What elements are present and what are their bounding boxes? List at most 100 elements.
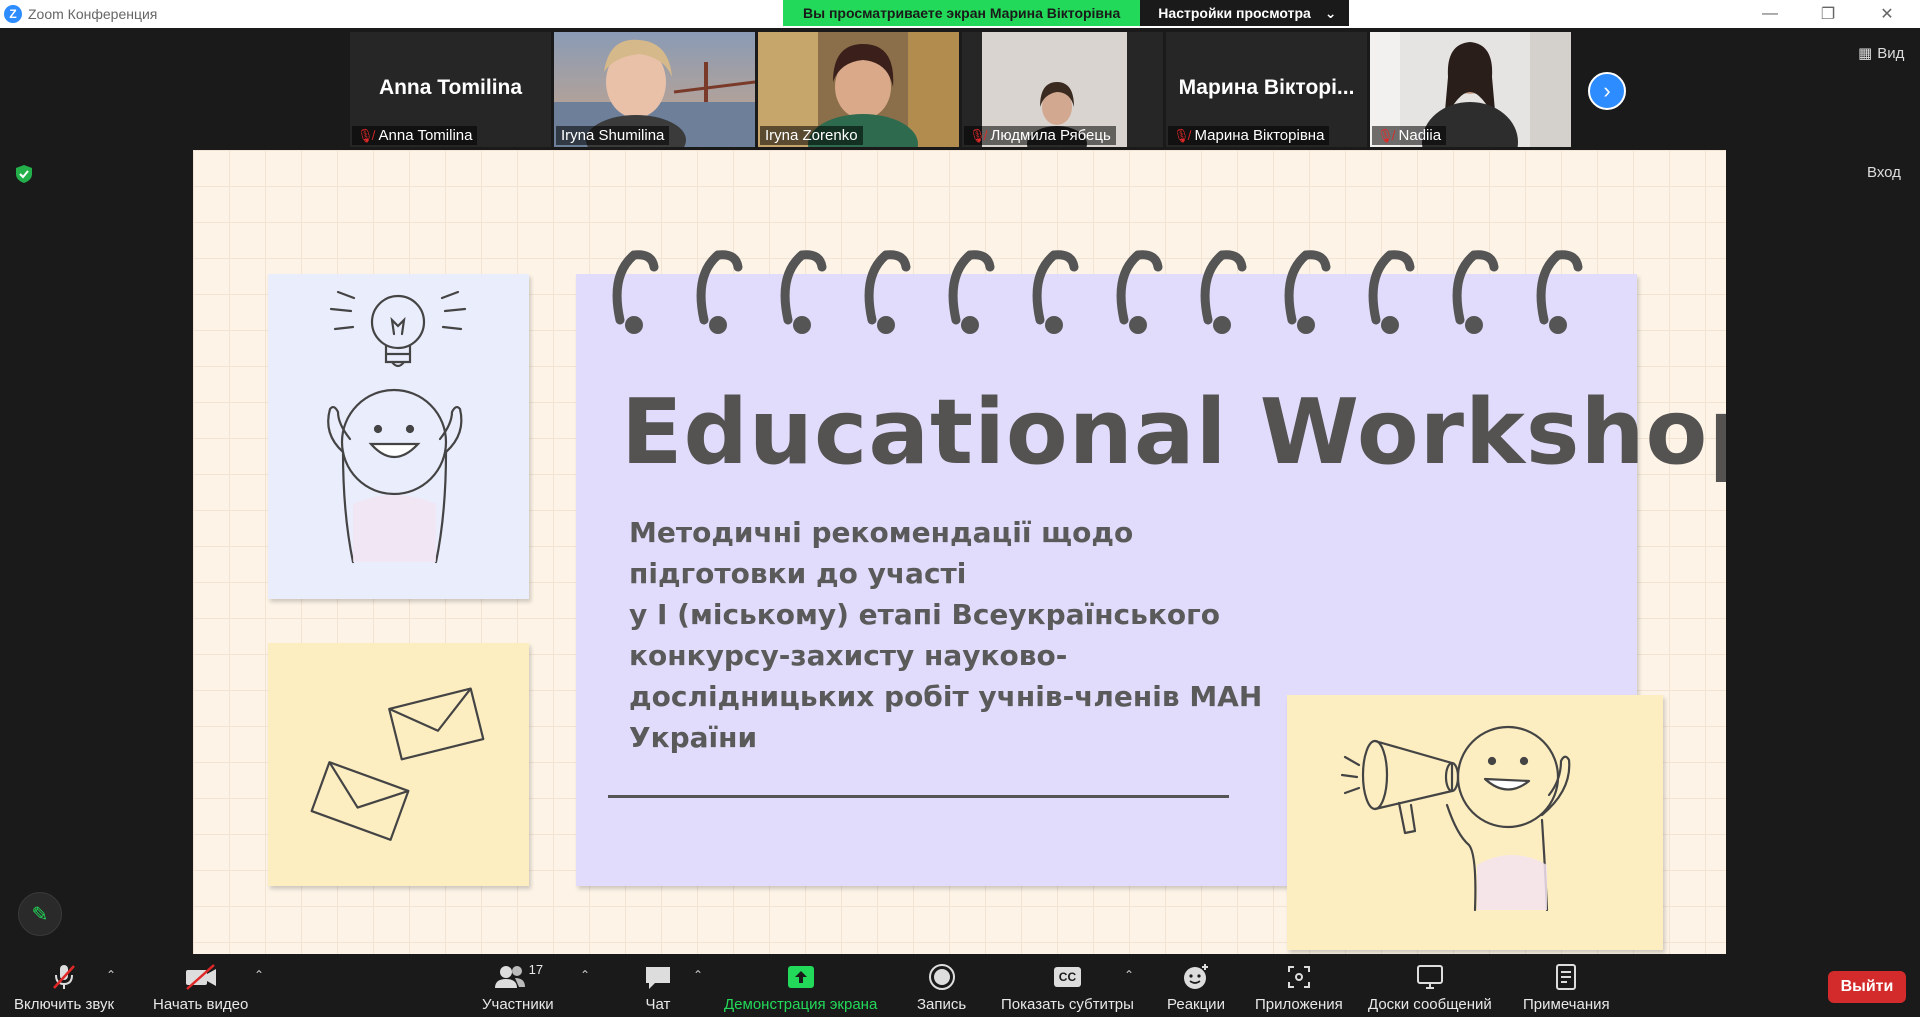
apps-label: Приложения	[1255, 996, 1343, 1013]
participant-name: Людмила Рябець	[990, 127, 1111, 144]
security-shield-icon[interactable]	[14, 164, 34, 184]
reactions-label: Реакции	[1167, 996, 1225, 1013]
restore-icon: ❐	[1820, 6, 1836, 23]
participant-name-bar: 🎙︎̸ Nadiia	[1372, 126, 1447, 145]
participant-tile[interactable]: 🎙︎̸ Nadiia	[1370, 32, 1571, 147]
subtitle-line: у І (міському) етапі Всеукраїнського	[629, 598, 1220, 631]
participant-name: Iryna Shumilina	[561, 127, 665, 144]
minimize-icon: —	[1762, 5, 1778, 22]
reactions-icon	[1181, 962, 1211, 992]
view-options-label: Настройки просмотра	[1158, 5, 1311, 21]
participant-name-bar: 🎙︎̸ Anna Tomilina	[352, 126, 478, 145]
reactions-button[interactable]: Реакции	[1167, 962, 1225, 1013]
pencil-icon: ✎	[31, 903, 49, 926]
notes-icon	[1551, 962, 1581, 992]
mic-muted-icon: 🎙︎̸	[969, 127, 986, 143]
mic-muted-icon: 🎙︎̸	[357, 127, 374, 143]
video-options-caret[interactable]: ⌃	[254, 968, 264, 982]
participant-gallery: Anna Tomilina 🎙︎̸ Anna Tomilina Iryna Sh…	[350, 32, 1571, 147]
closed-captions-icon: CC	[1053, 962, 1082, 992]
participants-icon: 17	[493, 962, 543, 992]
whiteboards-label: Доски сообщений	[1368, 996, 1492, 1013]
sign-in-label: Вход	[1867, 164, 1901, 181]
sign-in-button[interactable]: Вход	[1867, 164, 1901, 181]
participant-name-bar: Iryna Zorenko	[760, 126, 863, 145]
participant-name: Anna Tomilina	[378, 127, 473, 144]
apps-icon	[1284, 962, 1314, 992]
slide-subtitle: Методичні рекомендації щодо підготовки д…	[629, 512, 1279, 758]
participant-tile[interactable]: Anna Tomilina 🎙︎̸ Anna Tomilina	[350, 32, 551, 147]
screen-share-banner: Вы просматриваете экран Марина Вікторівн…	[783, 0, 1349, 26]
participants-options-caret[interactable]: ⌃	[580, 968, 590, 982]
gallery-next-button[interactable]: ›	[1588, 72, 1626, 110]
subtitle-line: України	[629, 721, 758, 754]
show-captions-button[interactable]: CC Показать субтитры	[1001, 962, 1134, 1013]
video-off-icon	[184, 962, 218, 992]
participant-tile[interactable]: 🎙︎̸ Людмила Рябець	[962, 32, 1163, 147]
chat-button[interactable]: Чат	[643, 962, 673, 1013]
start-video-label: Начать видео	[153, 996, 249, 1013]
restore-button[interactable]: ❐	[1803, 0, 1853, 28]
zoom-logo-icon: Z	[4, 5, 22, 23]
whiteboard-icon	[1415, 962, 1445, 992]
close-icon: ✕	[1880, 6, 1894, 23]
chevron-right-icon: ›	[1603, 78, 1611, 103]
unmute-label: Включить звук	[14, 996, 115, 1013]
whiteboards-button[interactable]: Доски сообщений	[1368, 962, 1492, 1013]
notes-button[interactable]: Примечания	[1523, 962, 1610, 1013]
share-screen-label: Демонстрация экрана	[724, 996, 878, 1013]
audio-options-caret[interactable]: ⌃	[106, 968, 116, 982]
subtitle-line: Методичні рекомендації щодо	[629, 516, 1134, 549]
view-button[interactable]: ▦ Вид	[1858, 44, 1904, 63]
participant-name-bar: 🎙︎̸ Людмила Рябець	[964, 126, 1116, 145]
participant-name: Марина Вікторівна	[1194, 127, 1325, 144]
notes-label: Примечания	[1523, 996, 1610, 1013]
show-captions-label: Показать субтитры	[1001, 996, 1134, 1013]
participant-name: Iryna Zorenko	[765, 127, 858, 144]
start-video-button[interactable]: Начать видео	[153, 962, 248, 1013]
chevron-down-icon: ⌄	[1324, 4, 1337, 21]
chat-options-caret[interactable]: ⌃	[693, 968, 703, 982]
record-icon	[927, 962, 957, 992]
annotate-pencil-button[interactable]: ✎	[18, 892, 62, 936]
shared-screen: Educational Workshop: Методичні рекоменд…	[193, 150, 1726, 954]
participant-name-bar: 🎙︎̸ Марина Вікторівна	[1168, 126, 1330, 145]
participants-count: 17	[528, 962, 544, 977]
slide-title: Educational Workshop:	[621, 380, 1726, 485]
apps-button[interactable]: Приложения	[1255, 962, 1343, 1013]
grid-view-icon: ▦	[1858, 45, 1873, 62]
participant-tile[interactable]: Iryna Shumilina	[554, 32, 755, 147]
record-label: Запись	[917, 996, 967, 1013]
close-window-button[interactable]: ✕	[1862, 0, 1912, 28]
notebook-spiral-rings	[612, 250, 1583, 334]
slide-divider	[608, 795, 1229, 798]
participant-big-name: Марина Вікторі...	[1178, 76, 1355, 99]
unmute-button[interactable]: Включить звук	[14, 962, 114, 1013]
meeting-toolbar: Включить звук ⌃ Начать видео ⌃ 17 Участн…	[0, 954, 1920, 1017]
minimize-button[interactable]: —	[1745, 0, 1795, 28]
mic-muted-icon: 🎙︎̸	[1377, 127, 1394, 143]
window-title: Zoom Конференция	[28, 6, 158, 22]
record-button[interactable]: Запись	[917, 962, 966, 1013]
megaphone-person-illustration	[1340, 725, 1571, 912]
share-screen-button[interactable]: Демонстрация экрана	[724, 962, 877, 1013]
leave-meeting-button[interactable]: Выйти	[1828, 971, 1906, 1003]
participant-name: Nadiia	[1398, 127, 1442, 144]
participant-tile[interactable]: Марина Вікторі... 🎙︎̸ Марина Вікторівна	[1166, 32, 1367, 147]
participants-button[interactable]: 17 Участники	[482, 962, 554, 1013]
mic-muted-icon: 🎙︎̸	[1173, 127, 1190, 143]
megaphone-sticky-card	[1287, 695, 1663, 950]
mic-muted-icon	[49, 962, 79, 992]
captions-badge: CC	[1053, 967, 1082, 987]
viewing-screen-label: Вы просматриваете экран Марина Вікторівн…	[783, 0, 1141, 26]
participants-label: Участники	[482, 996, 554, 1013]
view-options-button[interactable]: Настройки просмотра ⌄	[1140, 0, 1349, 26]
envelopes-illustration	[310, 687, 485, 841]
lightbulb-person-illustration	[327, 290, 467, 564]
participant-name-bar: Iryna Shumilina	[556, 126, 670, 145]
mail-sticky-card	[268, 643, 529, 886]
participant-tile[interactable]: Iryna Zorenko	[758, 32, 959, 147]
subtitle-line: підготовки до участі	[629, 557, 967, 590]
captions-options-caret[interactable]: ⌃	[1124, 968, 1134, 982]
chat-icon	[643, 962, 673, 992]
